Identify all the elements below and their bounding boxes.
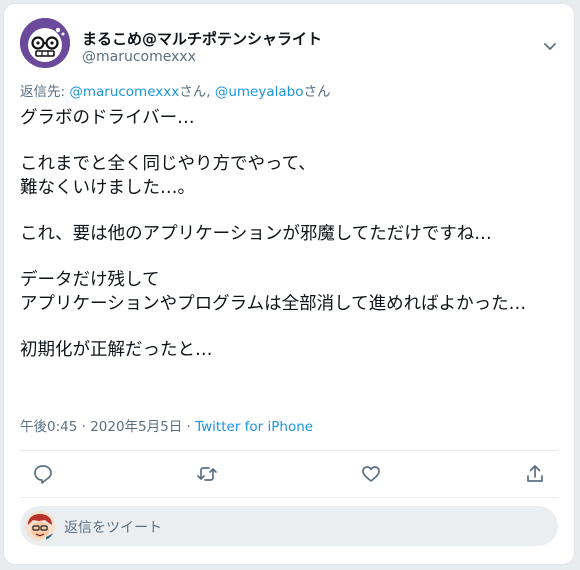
tweet-source-link[interactable]: Twitter for iPhone	[195, 419, 313, 435]
reply-to-line: 返信先: @marucomexxxさん, @umeyalaboさん	[20, 80, 330, 100]
more-options-chevron-down-icon[interactable]	[542, 38, 558, 54]
meta-separator: ·	[182, 419, 196, 435]
tweet-actions	[4, 463, 576, 487]
tweet-text-line: これ、要は他のアプリケーションが邪魔してただけですね…	[20, 224, 492, 244]
reply-mention-link[interactable]: @marucomexxx	[69, 84, 179, 100]
tweet-text: グラボのドライバー… これまでと全く同じやり方でやって、 難なくいけました…。 …	[20, 106, 550, 362]
reply-to-separator: さん,	[179, 84, 215, 100]
retweet-icon[interactable]	[196, 463, 218, 485]
tweet-date[interactable]: 2020年5月5日	[90, 419, 182, 435]
tweet-text-line: 初期化が正解だったと…	[20, 340, 213, 360]
meta-separator: ·	[77, 419, 91, 435]
author-avatar[interactable]	[20, 18, 70, 68]
author-display-name[interactable]: まるこめ@マルチポテンシャライト	[82, 28, 322, 49]
avatar-glasses-face-icon	[20, 18, 70, 68]
tweet-time[interactable]: 午後0:45	[20, 419, 77, 435]
divider	[20, 497, 558, 498]
tweet-text-line: これまでと全く同じやり方でやって、	[20, 154, 316, 174]
reply-icon[interactable]	[32, 463, 54, 485]
divider	[20, 450, 558, 451]
reply-mention-link[interactable]: @umeyalabo	[215, 84, 304, 100]
share-icon[interactable]	[524, 463, 546, 485]
reply-input[interactable]: 返信をツイート	[20, 506, 558, 546]
reply-to-prefix: 返信先:	[20, 84, 70, 100]
tweet-text-line: 難なくいけました…。	[20, 178, 195, 198]
tweet-card: まるこめ@マルチポテンシャライト @marucomexxx 返信先: @maru…	[3, 3, 575, 565]
user-avatar-icon	[25, 511, 55, 541]
tweet-text-line: グラボのドライバー…	[20, 108, 195, 128]
author-handle[interactable]: @marucomexxx	[82, 49, 196, 65]
tweet-text-line: アプリケーションやプログラムは全部消して進めればよかった…	[20, 294, 527, 314]
reply-placeholder: 返信をツイート	[64, 520, 162, 536]
reply-to-suffix: さん	[303, 84, 331, 100]
tweet-text-line: データだけ残して	[20, 270, 160, 290]
like-icon[interactable]	[360, 463, 382, 485]
tweet-meta: 午後0:45 · 2020年5月5日 · Twitter for iPhone	[20, 415, 313, 435]
